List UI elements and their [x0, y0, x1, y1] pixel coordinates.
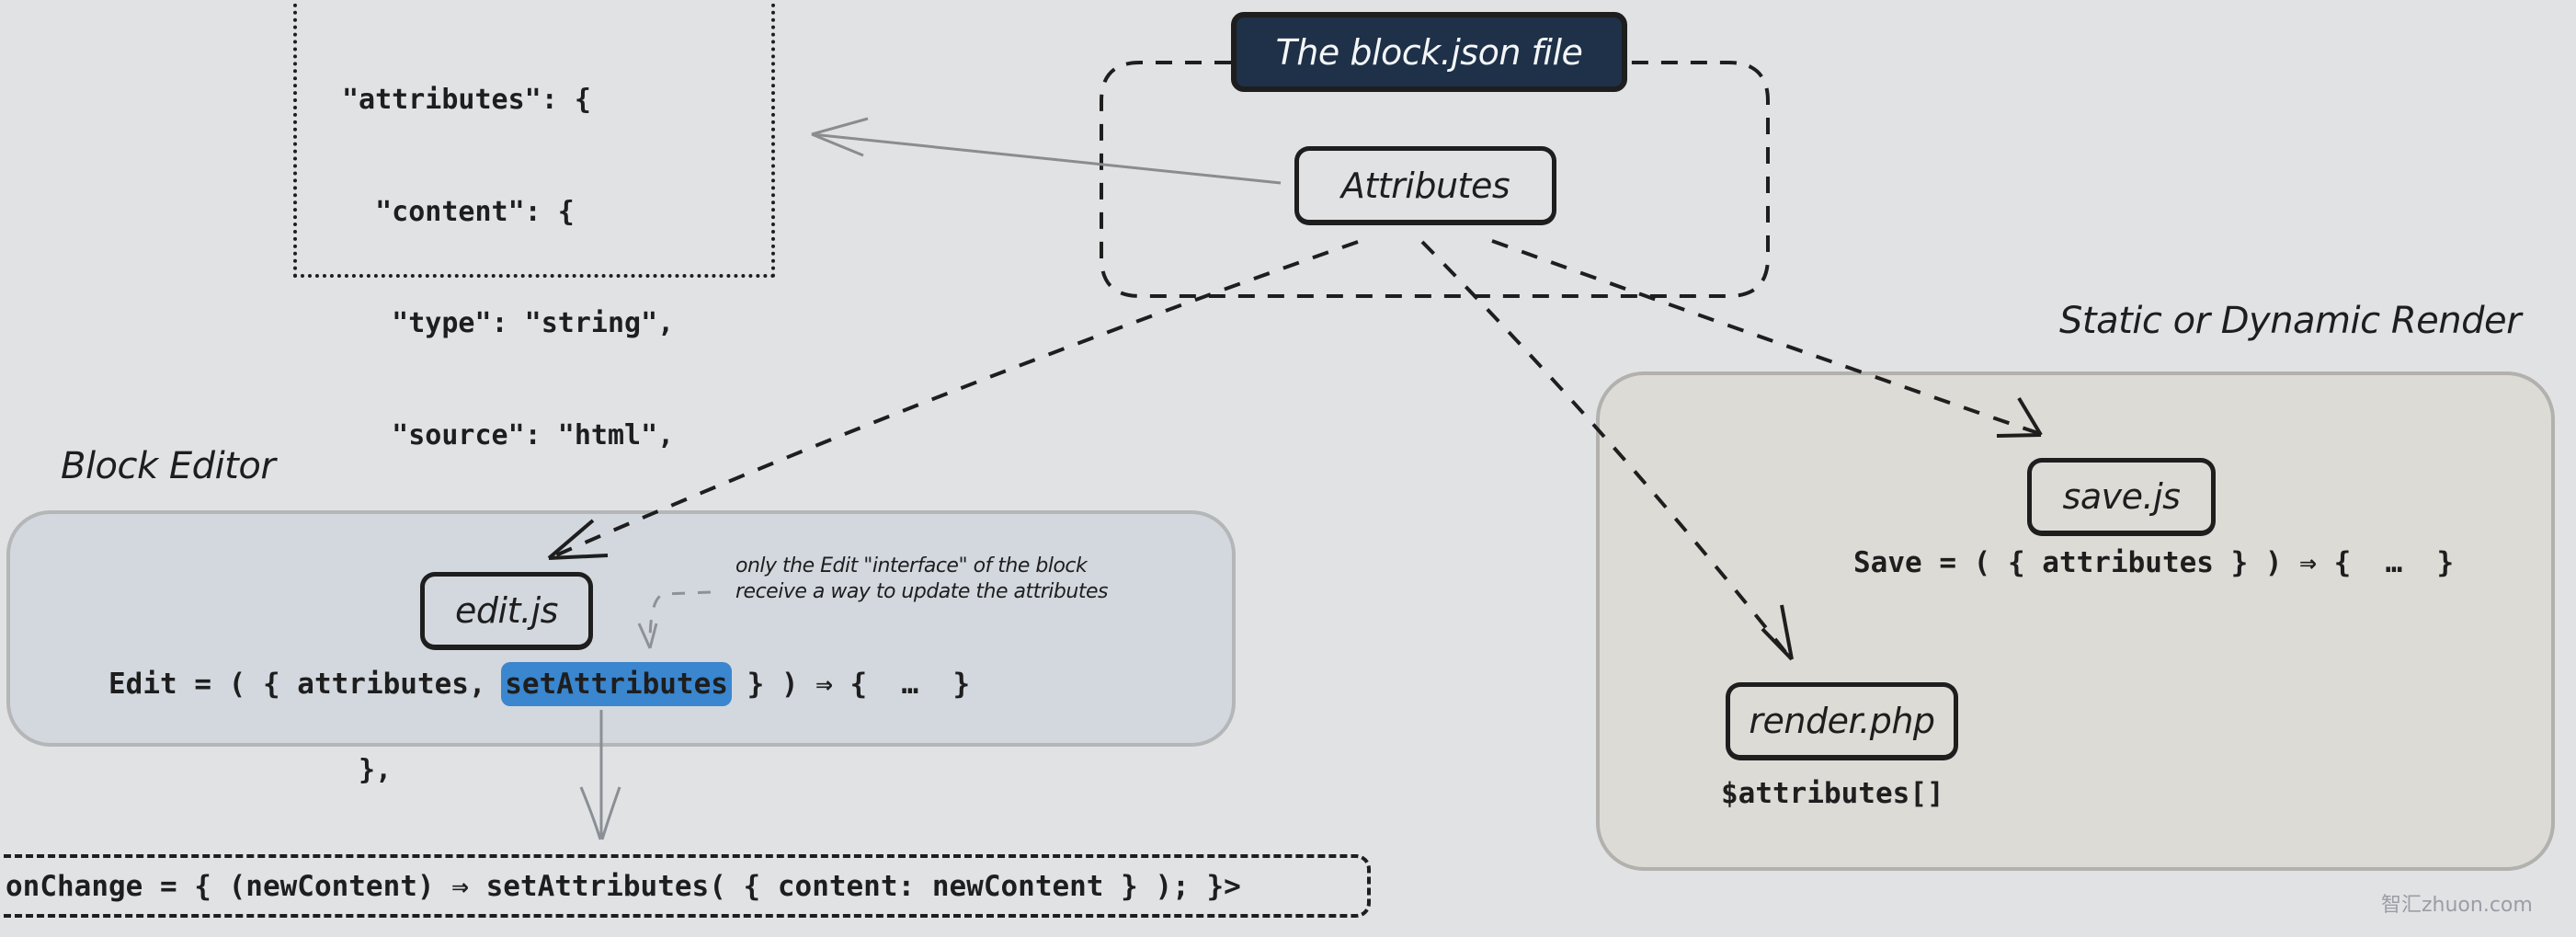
note-line: only the Edit "interface" of the block: [735, 554, 1088, 577]
json-line: "type": "string",: [342, 307, 675, 339]
json-line: "source": "html",: [342, 418, 675, 451]
edit-code-suffix: } ) ⇒ { … }: [729, 668, 971, 701]
render-attributes-code: $attributes[]: [1721, 777, 1944, 810]
render-php-node: render.php: [1726, 682, 1958, 760]
edit-note: only the Edit "interface" of the block re…: [735, 554, 1108, 605]
block-editor-panel: [6, 510, 1236, 747]
save-signature-code: Save = ( { attributes } ) ⇒ { … }: [1853, 546, 2455, 579]
note-line: receive a way to update the attributes: [735, 580, 1108, 603]
arrow-attributes-to-json: [811, 117, 1282, 185]
json-line: "attributes": {: [342, 84, 591, 116]
edit-code-prefix: Edit = ( { attributes,: [108, 668, 504, 701]
onchange-code: onChange = { (newContent) ⇒ setAttribute…: [6, 870, 1241, 903]
diagram-title: The block.json file: [1231, 12, 1627, 92]
edit-signature-code: Edit = ( { attributes, setAttributes } )…: [108, 662, 971, 706]
edit-js-node: edit.js: [420, 572, 593, 650]
block-editor-label: Block Editor: [61, 445, 276, 487]
attributes-node: Attributes: [1294, 146, 1556, 225]
watermark: 智汇zhuon.com: [2381, 894, 2533, 917]
render-section-label: Static or Dynamic Render: [2059, 300, 2522, 342]
set-attributes-highlight: setAttributes: [501, 662, 732, 706]
json-line: "content": {: [342, 195, 575, 228]
json-line: },: [342, 754, 393, 786]
save-js-node: save.js: [2027, 458, 2216, 536]
